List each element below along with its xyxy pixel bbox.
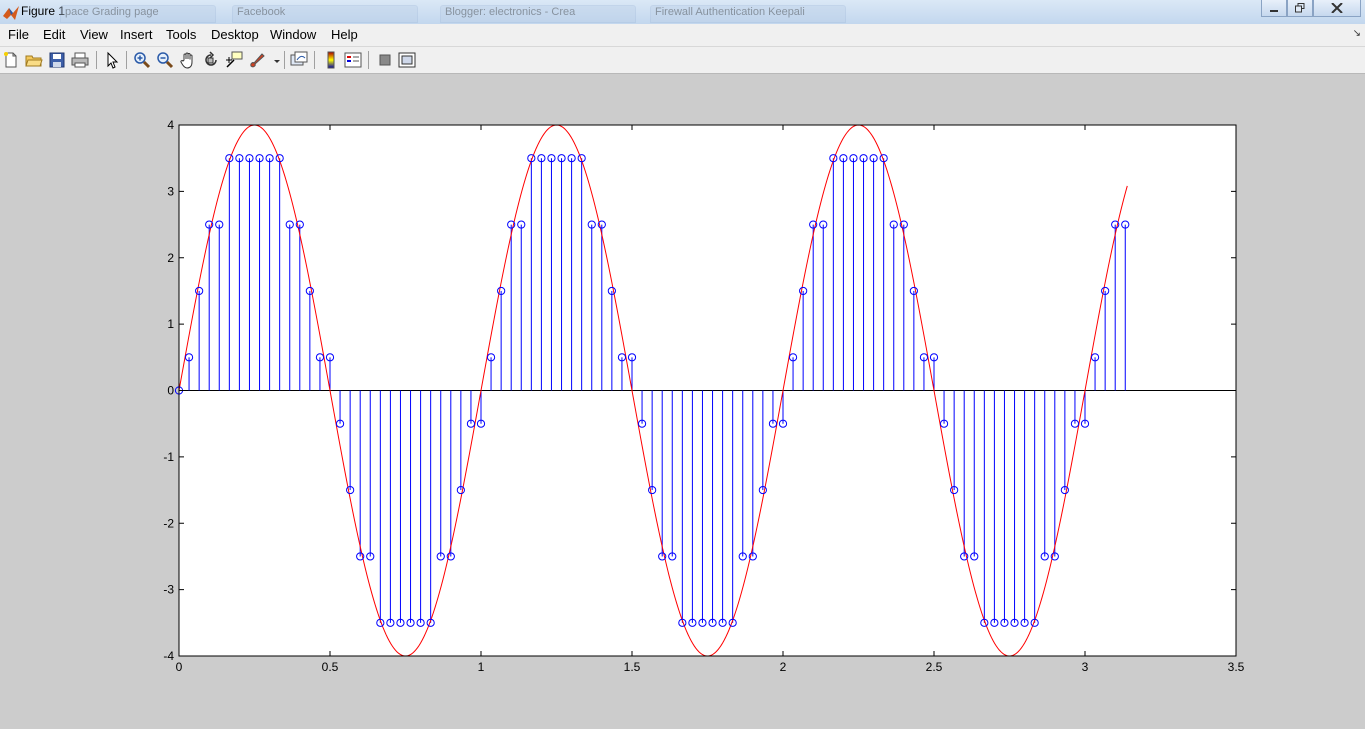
y-tick-label: 0 bbox=[167, 384, 174, 398]
x-tick-label: 1 bbox=[478, 660, 485, 674]
x-tick-label: 2 bbox=[780, 660, 787, 674]
y-tick-label: -2 bbox=[163, 516, 174, 530]
y-tick-label: -3 bbox=[163, 583, 174, 597]
y-tick-label: 3 bbox=[167, 184, 174, 198]
x-tick-label: 2.5 bbox=[926, 660, 943, 674]
y-tick-label: -4 bbox=[163, 649, 174, 663]
x-tick-label: 3.5 bbox=[1228, 660, 1245, 674]
plot-canvas[interactable]: 0 0.5 1 1.5 2 2.5 3 3.5 -4 -3 -2 -1 0 1 2 3 4 bbox=[0, 0, 1365, 729]
y-tick-label: 4 bbox=[167, 118, 174, 132]
x-tick-label: 0 bbox=[176, 660, 183, 674]
x-tick-label: 3 bbox=[1082, 660, 1089, 674]
y-tick-label: 1 bbox=[167, 317, 174, 331]
y-tick-label: 2 bbox=[167, 251, 174, 265]
x-tick-label: 0.5 bbox=[322, 660, 339, 674]
y-tick-label: -1 bbox=[163, 450, 174, 464]
x-tick-label: 1.5 bbox=[624, 660, 641, 674]
